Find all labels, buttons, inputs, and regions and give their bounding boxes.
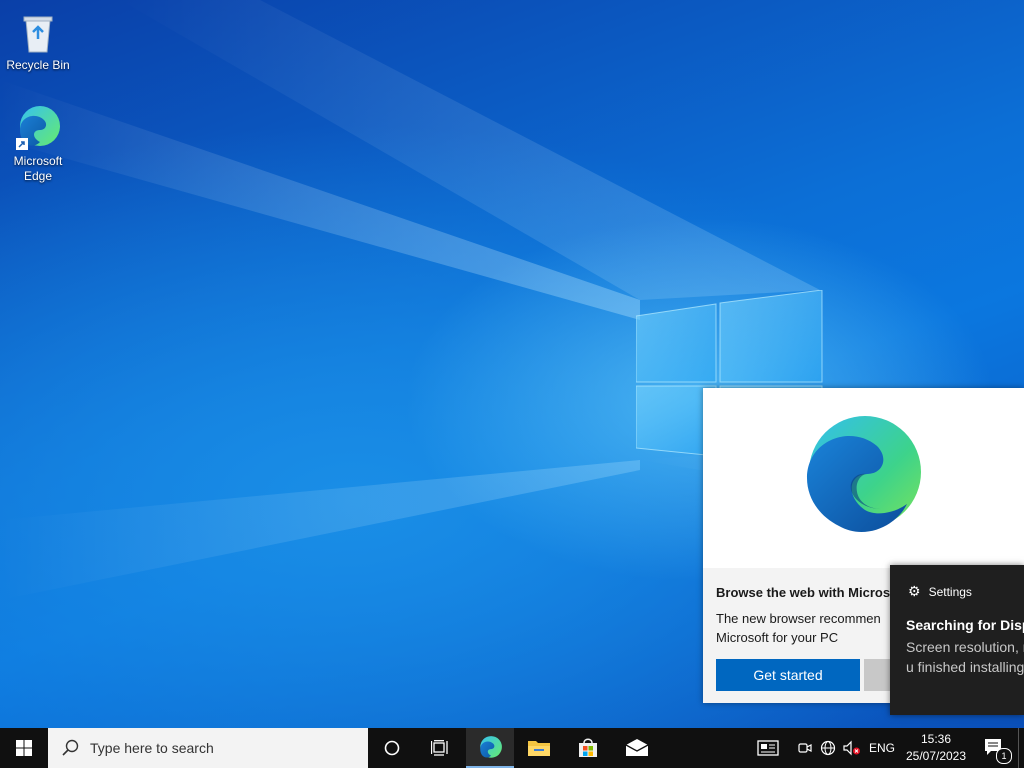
network-button[interactable] [818, 728, 838, 768]
notification-heading: Searching for Disp [906, 617, 1024, 633]
news-icon [757, 740, 779, 756]
get-started-button[interactable]: Get started [716, 659, 860, 691]
action-center-button[interactable]: 1 [976, 728, 1012, 768]
windows-start-icon [16, 740, 32, 756]
settings-notification[interactable]: ⚙ Settings Searching for Disp Screen res… [890, 565, 1024, 715]
notification-count-badge: 1 [996, 748, 1012, 764]
start-button[interactable] [0, 728, 48, 768]
volume-button[interactable] [842, 728, 862, 768]
search-placeholder: Type here to search [90, 740, 214, 756]
language-indicator[interactable]: ENG [866, 728, 898, 768]
desktop: Recycle Bin Microsoft Edge Browse the we… [0, 0, 1024, 728]
recycle-bin-icon [14, 8, 62, 56]
edge-promo-banner [703, 388, 1024, 568]
mail-icon [625, 739, 649, 756]
show-desktop-button[interactable] [1018, 728, 1024, 768]
notification-message: Screen resolution, may be reduced u fini… [906, 639, 1024, 675]
notification-app-name: Settings [928, 584, 972, 599]
notification-app-header: ⚙ Settings [908, 583, 972, 600]
desktop-icon-recycle-bin[interactable]: Recycle Bin [0, 8, 76, 73]
microsoft-store-button[interactable] [564, 728, 612, 768]
globe-network-icon [820, 740, 836, 756]
clock-date: 25/07/2023 [905, 749, 967, 763]
taskbar: Type here to search ENG 15:36 25/07/2023… [0, 728, 1024, 768]
clock[interactable]: 15:36 25/07/2023 [900, 731, 972, 765]
meet-now-icon [798, 743, 812, 753]
desktop-icon-label: Microsoft Edge [13, 154, 63, 183]
meet-now-button[interactable] [796, 728, 814, 768]
store-icon [579, 738, 597, 757]
search-icon [62, 739, 79, 756]
gear-icon: ⚙ [908, 583, 921, 599]
task-view-icon [431, 740, 448, 756]
edge-logo-icon [807, 416, 921, 532]
desktop-icon-label: Recycle Bin [6, 58, 70, 72]
edge-promo-title: Browse the web with Micros [716, 585, 891, 600]
task-view-button[interactable] [416, 728, 464, 768]
taskbar-edge-button[interactable] [466, 728, 514, 768]
desktop-icon-microsoft-edge[interactable]: Microsoft Edge [0, 104, 76, 184]
edge-icon [14, 104, 62, 152]
file-explorer-button[interactable] [515, 728, 563, 768]
cortana-circle-icon [384, 740, 400, 756]
mail-button[interactable] [613, 728, 661, 768]
cortana-button[interactable] [368, 728, 416, 768]
taskbar-search-box[interactable]: Type here to search [48, 728, 368, 768]
clock-time: 15:36 [920, 732, 952, 746]
news-and-interests-button[interactable] [752, 728, 784, 768]
folder-icon [528, 741, 550, 756]
edge-promo-body: The new browser recommen Microsoft for y… [716, 611, 881, 645]
volume-muted-icon [843, 740, 860, 756]
edge-icon [480, 736, 502, 758]
